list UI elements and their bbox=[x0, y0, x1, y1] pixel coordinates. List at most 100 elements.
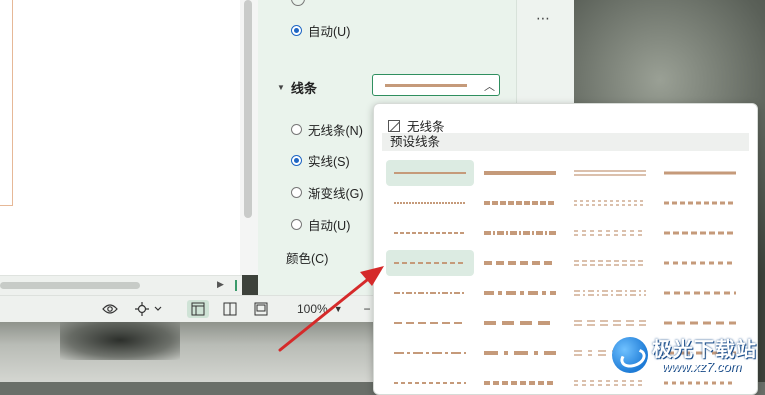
radio-label: 自动(U) bbox=[308, 25, 351, 39]
document-area bbox=[0, 0, 258, 275]
focus-mode-icon[interactable] bbox=[133, 300, 165, 318]
zoom-out-button[interactable]: − bbox=[361, 300, 373, 318]
line-swatch-icon bbox=[394, 382, 466, 384]
preset-line-swatch[interactable] bbox=[386, 160, 474, 186]
radio-indicator bbox=[291, 25, 302, 36]
line-swatch-icon bbox=[664, 291, 736, 295]
preset-lines-header: 预设线条 bbox=[382, 133, 749, 151]
line-swatch-icon bbox=[664, 261, 736, 265]
horizontal-scroll-row: ▶ bbox=[0, 275, 242, 296]
preset-line-swatch[interactable] bbox=[656, 160, 744, 186]
radio-indicator bbox=[291, 124, 302, 135]
preset-line-swatch[interactable] bbox=[386, 190, 474, 216]
line-swatch-icon bbox=[484, 201, 556, 205]
read-view-icon[interactable] bbox=[251, 300, 271, 318]
radio-label: 渐变线(G) bbox=[308, 187, 364, 201]
line-swatch-icon bbox=[574, 230, 646, 236]
radio-auto-line[interactable]: 自动(U) bbox=[291, 215, 350, 234]
preset-line-swatch[interactable] bbox=[566, 160, 654, 186]
line-swatch-icon bbox=[664, 201, 736, 205]
line-swatch-icon bbox=[664, 171, 736, 175]
web-view-icon[interactable] bbox=[220, 300, 240, 318]
preset-line-swatch[interactable] bbox=[656, 280, 744, 306]
preset-line-swatch[interactable] bbox=[476, 220, 564, 246]
preset-line-swatch[interactable] bbox=[476, 310, 564, 336]
line-swatch-icon bbox=[394, 232, 466, 234]
preset-line-swatch[interactable] bbox=[566, 280, 654, 306]
page-view-icon[interactable] bbox=[187, 300, 209, 318]
preset-line-swatch[interactable] bbox=[386, 370, 474, 394]
line-swatch-icon bbox=[664, 381, 736, 385]
preset-line-swatch[interactable] bbox=[656, 220, 744, 246]
line-swatch-icon bbox=[574, 320, 646, 326]
line-swatch-icon bbox=[664, 231, 736, 235]
preset-line-swatch[interactable] bbox=[566, 220, 654, 246]
radio-indicator bbox=[291, 219, 302, 230]
preset-line-swatch[interactable] bbox=[656, 250, 744, 276]
line-swatch-icon bbox=[664, 321, 736, 325]
status-bar: 100% ▼ − bbox=[0, 295, 375, 322]
line-swatch-icon bbox=[484, 351, 556, 355]
preset-line-swatch[interactable] bbox=[476, 370, 564, 394]
line-swatch-icon bbox=[574, 200, 646, 206]
desktop-background-lower bbox=[0, 320, 375, 382]
watermark-name: 极光下载站 bbox=[652, 339, 757, 361]
line-swatch-icon bbox=[484, 231, 556, 235]
line-swatch-icon bbox=[394, 292, 466, 294]
radio-gradient-line[interactable]: 渐变线(G) bbox=[291, 183, 364, 202]
line-swatch-icon bbox=[394, 322, 466, 324]
line-swatch-icon bbox=[484, 291, 556, 295]
line-swatch-icon bbox=[484, 321, 556, 325]
radio-indicator bbox=[291, 155, 302, 166]
line-swatch-icon bbox=[394, 262, 466, 264]
line-section-title: 线条 bbox=[290, 81, 317, 96]
horizontal-scrollbar[interactable] bbox=[0, 282, 140, 289]
radio-auto-top[interactable]: 自动(U) bbox=[291, 21, 350, 40]
radio-indicator bbox=[291, 187, 302, 198]
radio-label: 无线条(N) bbox=[308, 124, 363, 138]
radio-solid-line[interactable]: 实线(S) bbox=[291, 151, 350, 170]
line-style-dropdown[interactable]: ︿ bbox=[372, 74, 500, 96]
vertical-scrollbar[interactable] bbox=[244, 0, 252, 218]
zoom-level[interactable]: 100% ▼ bbox=[297, 300, 349, 318]
line-swatch-icon bbox=[394, 352, 466, 354]
preset-line-swatch[interactable] bbox=[476, 160, 564, 186]
line-sample bbox=[385, 84, 467, 87]
line-swatch-icon bbox=[394, 172, 466, 174]
no-line-icon bbox=[388, 119, 400, 132]
preset-line-swatch[interactable] bbox=[566, 190, 654, 216]
desktop-background-shadow bbox=[60, 320, 180, 360]
preset-line-swatch[interactable] bbox=[386, 340, 474, 366]
line-section-header[interactable]: ▼ 线条 bbox=[277, 78, 317, 97]
line-swatch-icon bbox=[574, 380, 646, 386]
collapse-triangle-icon[interactable]: ▼ bbox=[277, 83, 285, 92]
chevron-up-icon: ︿ bbox=[484, 81, 495, 93]
radio-label: 自动(U) bbox=[308, 219, 351, 233]
document-page[interactable] bbox=[0, 0, 240, 275]
color-label: 颜色(C) bbox=[286, 252, 329, 266]
preset-line-swatch[interactable] bbox=[386, 220, 474, 246]
split-handle[interactable] bbox=[235, 280, 237, 291]
preset-line-swatch[interactable] bbox=[386, 250, 474, 276]
line-swatch-icon bbox=[574, 260, 646, 266]
watermark-logo-icon bbox=[612, 337, 648, 373]
scroll-right-icon[interactable]: ▶ bbox=[217, 279, 224, 290]
chevron-down-icon[interactable]: ▼ bbox=[334, 304, 343, 314]
preset-line-swatch[interactable] bbox=[476, 340, 564, 366]
preset-line-swatch[interactable] bbox=[476, 190, 564, 216]
preset-line-swatch[interactable] bbox=[386, 280, 474, 306]
preset-line-swatch[interactable] bbox=[476, 250, 564, 276]
radio-no-line[interactable]: 无线条(N) bbox=[291, 120, 363, 139]
line-swatch-icon bbox=[574, 290, 646, 296]
more-icon[interactable]: ⋯ bbox=[536, 10, 551, 27]
preset-line-swatch[interactable] bbox=[566, 250, 654, 276]
eye-icon[interactable] bbox=[100, 300, 120, 318]
preset-line-swatch[interactable] bbox=[386, 310, 474, 336]
page-margin-guide bbox=[0, 0, 13, 206]
watermark: 极光下载站 www.xz7.com bbox=[612, 331, 762, 379]
preset-line-swatch[interactable] bbox=[476, 280, 564, 306]
preset-line-swatch[interactable] bbox=[656, 190, 744, 216]
zoom-value: 100% bbox=[297, 302, 328, 316]
line-swatch-icon bbox=[394, 202, 466, 204]
line-swatch-icon bbox=[484, 381, 556, 385]
